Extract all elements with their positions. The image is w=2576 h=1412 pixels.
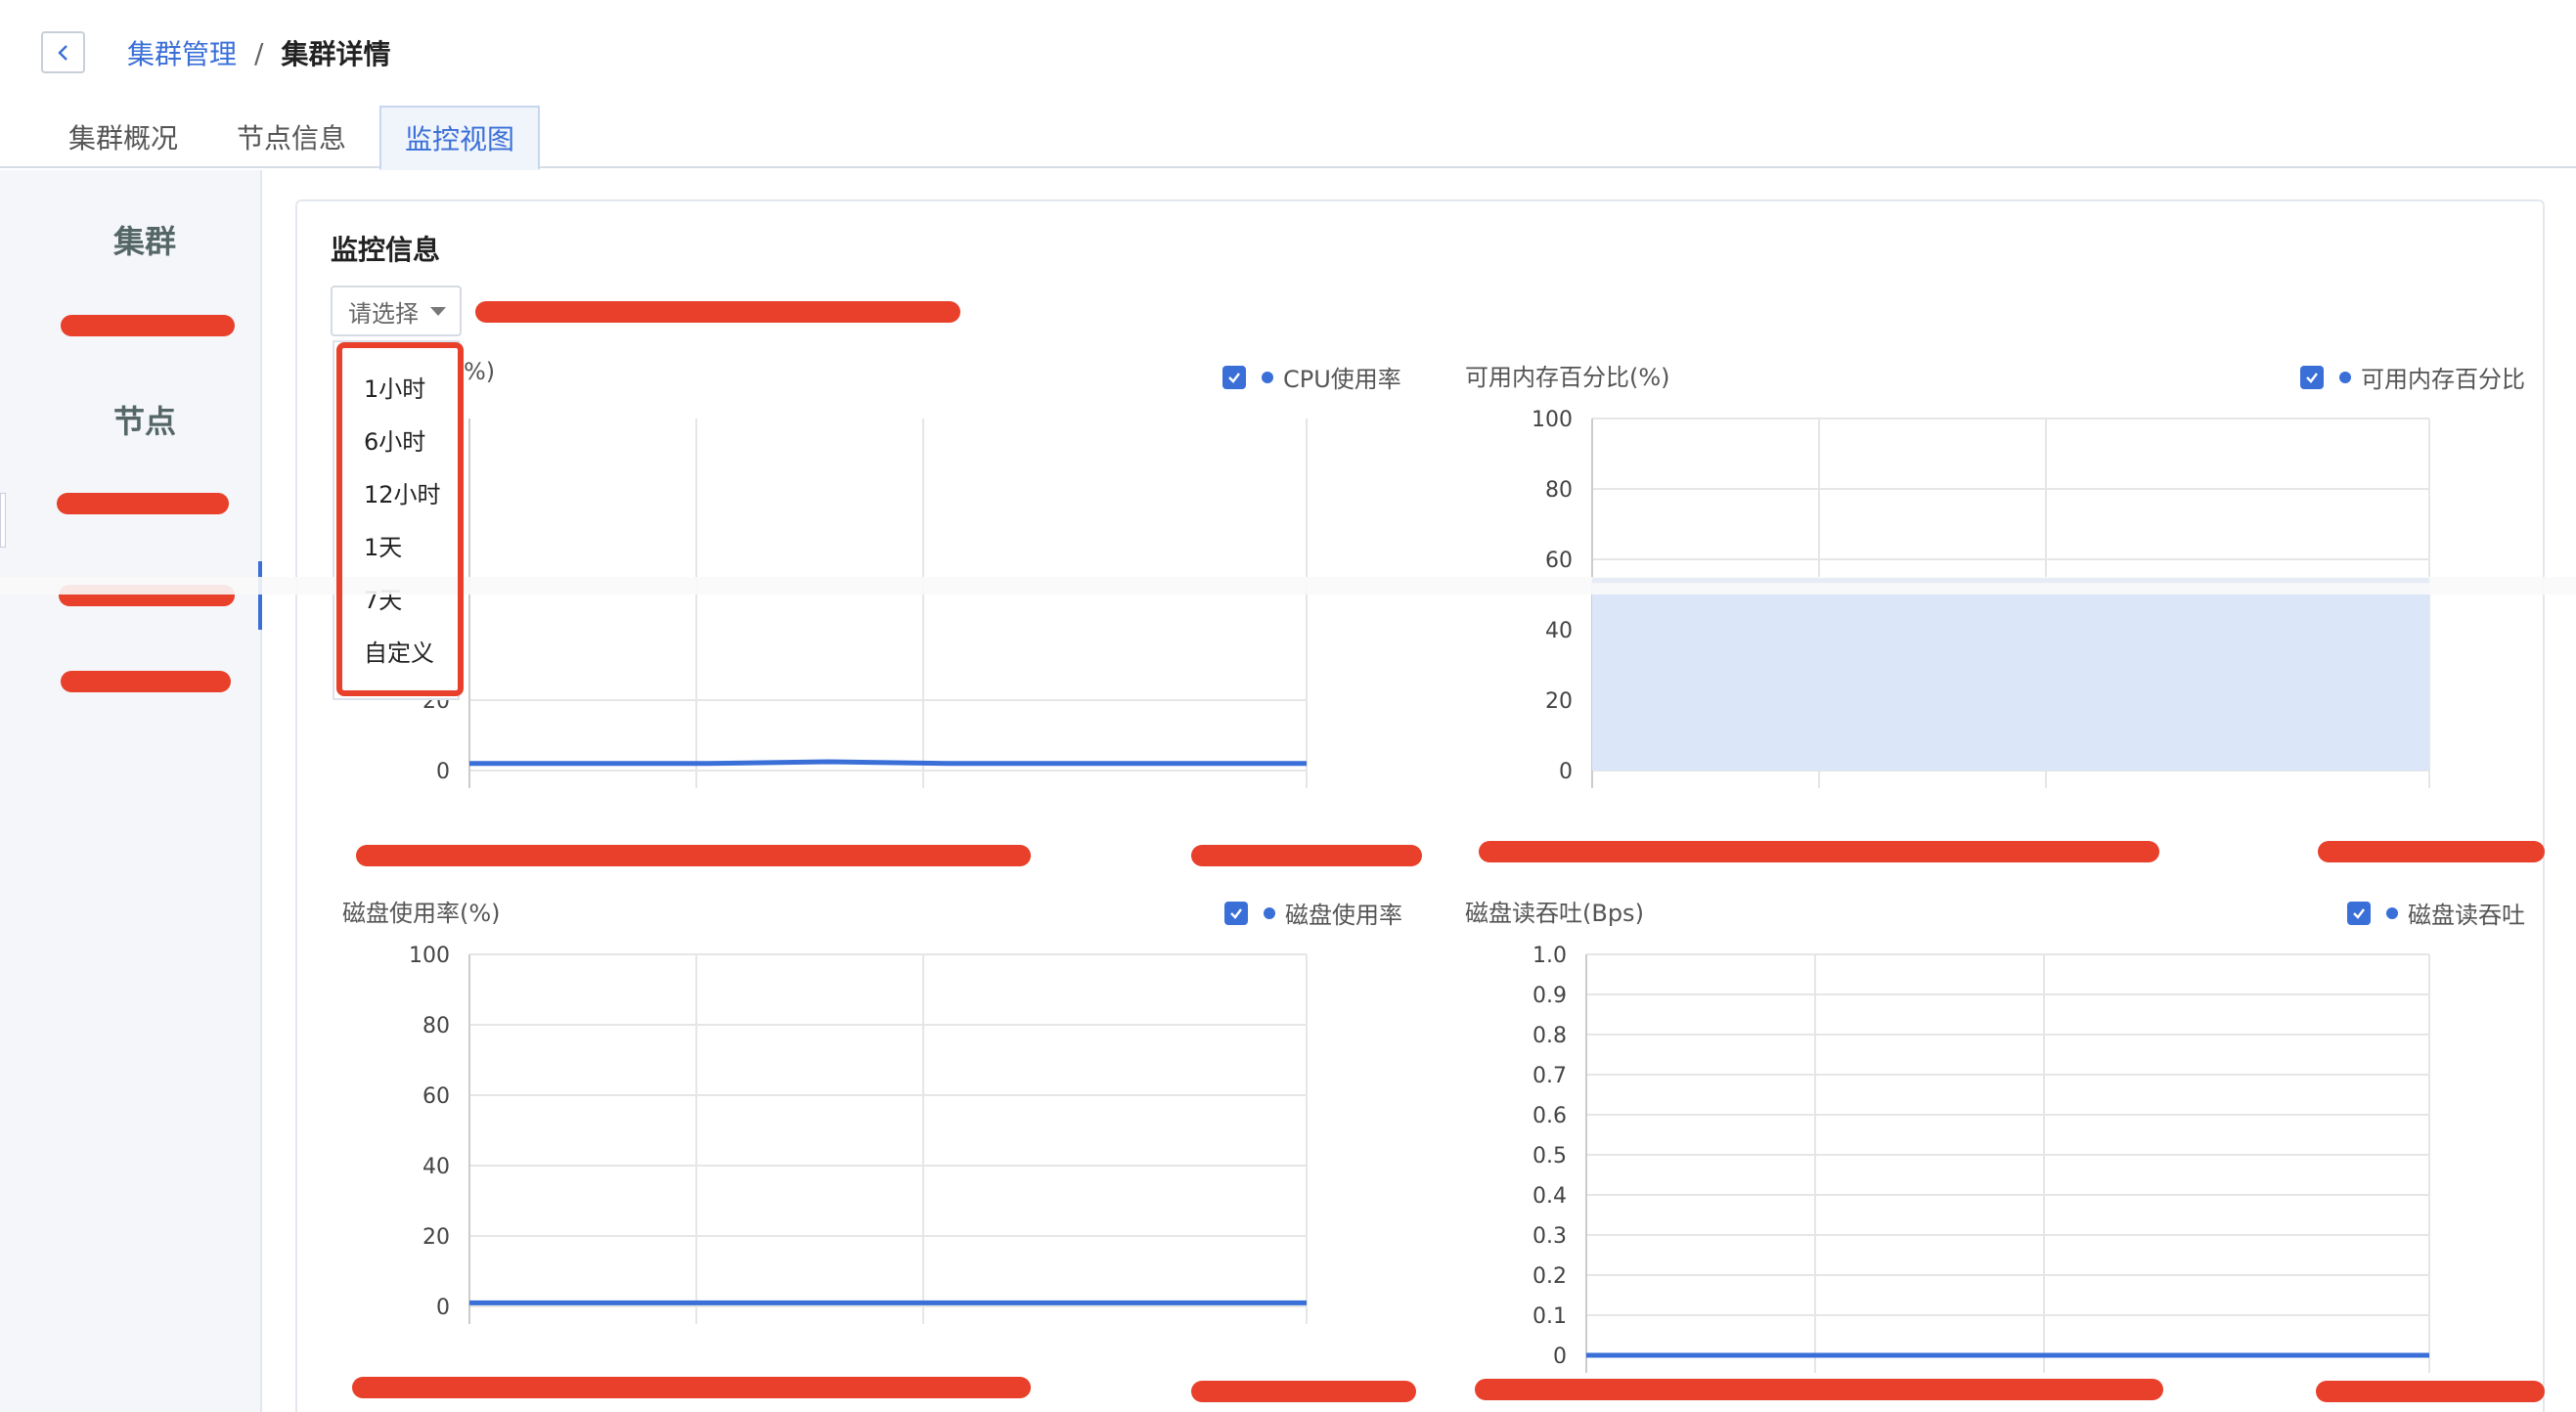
y-tick-label: 0.3 [1532, 1224, 1567, 1249]
sidebar-item-node-1[interactable] [57, 493, 229, 514]
redacted-xaxis-labels [356, 845, 1031, 866]
redacted-xaxis-labels [1475, 1379, 2163, 1400]
highlight-outline [336, 342, 464, 696]
tab-monitor-view[interactable]: 监控视图 [379, 106, 540, 170]
breadcrumb-cluster-management[interactable]: 集群管理 [127, 33, 237, 72]
y-tick-label: 0.5 [1532, 1144, 1567, 1169]
y-tick-label: 0.7 [1532, 1064, 1567, 1088]
chevron-left-icon [57, 44, 67, 61]
back-button[interactable] [41, 31, 85, 73]
redacted-xaxis-labels [1191, 845, 1422, 866]
y-tick-label: 0.6 [1532, 1104, 1567, 1128]
y-tick-label: 0 [1553, 1345, 1567, 1369]
sidebar-item-cluster[interactable] [61, 315, 235, 336]
sidebar-collapse-handle[interactable] [0, 493, 6, 548]
monitor-card: 监控信息 请选择 %) CPU使用率 可用内存百分比(%) 可用内存百分比 磁盘… [295, 199, 2545, 1412]
redacted-xaxis-labels [352, 1377, 1031, 1398]
redacted-xaxis-labels [1479, 841, 2159, 862]
sidebar-cluster-heading: 集群 [112, 223, 176, 260]
y-tick-label: 0.9 [1532, 984, 1567, 1008]
redacted-xaxis-labels [2318, 841, 2545, 862]
sidebar-active-indicator [258, 561, 262, 630]
breadcrumb-separator: / [254, 36, 264, 69]
disk-read-throughput-chart: 1.0 0.9 0.8 0.7 0.6 0.5 0.4 0.3 0.2 0.1 0 [1532, 944, 2430, 1373]
sidebar: 集群 节点 [0, 170, 262, 1412]
sidebar-node-heading: 节点 [112, 403, 176, 440]
tab-bar: 集群概况 节点信息 监控视图 [0, 106, 2576, 170]
y-tick-label: 0.2 [1532, 1264, 1567, 1289]
y-tick-label: 0.4 [1532, 1184, 1567, 1209]
app: 集群管理 / 集群详情 集群概况 节点信息 监控视图 集群 节点 监控信息 请选… [0, 0, 2576, 1412]
tab-node-info[interactable]: 节点信息 [215, 106, 368, 168]
breadcrumb-current: 集群详情 [281, 38, 391, 70]
redacted-xaxis-labels [2316, 1381, 2545, 1402]
sidebar-item-node-3[interactable] [61, 671, 231, 692]
y-tick-label: 0.1 [1532, 1304, 1567, 1329]
y-tick-label: 1.0 [1532, 944, 1567, 968]
breadcrumb: 集群管理 / 集群详情 [127, 33, 390, 72]
y-tick-label: 0.8 [1532, 1024, 1567, 1048]
tab-cluster-overview[interactable]: 集群概况 [47, 106, 200, 168]
redacted-xaxis-labels [1191, 1381, 1416, 1402]
